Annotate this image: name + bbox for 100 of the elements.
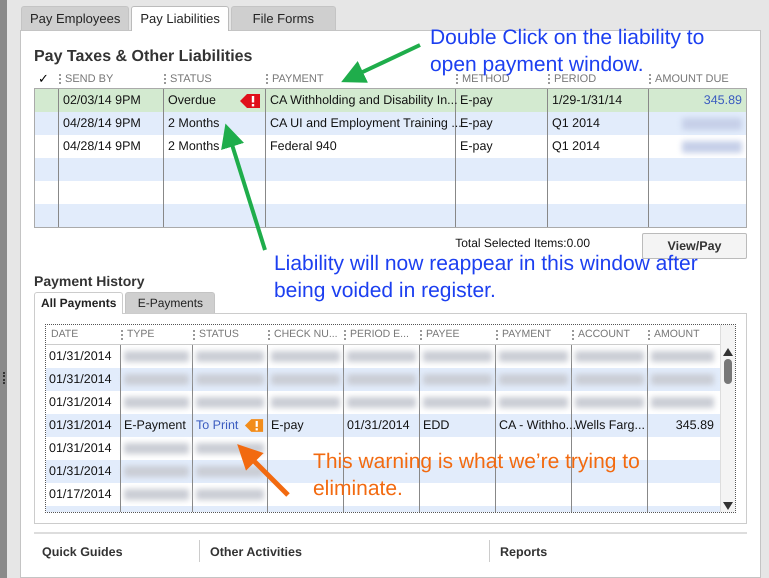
column-divider-icon[interactable]: [548, 74, 550, 84]
tab[interactable]: E-Payments: [125, 292, 216, 314]
blurred-cell: [271, 374, 340, 385]
column-header[interactable]: STATUS: [170, 70, 212, 88]
table-cell-text: 345.89: [676, 417, 714, 434]
total-label: Total Selected Items:0.00: [455, 235, 590, 252]
blurred-cell: [575, 351, 644, 362]
column-header[interactable]: STATUS: [199, 326, 239, 342]
blurred-cell: [196, 374, 264, 385]
column-divider-icon[interactable]: [649, 74, 651, 84]
blurred-cell: [124, 443, 189, 454]
blurred-cell: [423, 351, 492, 362]
table-cell-text: 2 Months: [168, 115, 220, 132]
table-cell-text: 01/31/2014: [49, 371, 112, 388]
blurred-cell: [575, 397, 644, 408]
tab[interactable]: Pay Employees: [21, 6, 130, 31]
blurred-cell: [124, 397, 189, 408]
table-cell-text: 01/31/2014: [347, 417, 410, 434]
column-header[interactable]: PAYEE: [426, 326, 460, 342]
footer-heading[interactable]: Reports: [500, 545, 548, 559]
table-cell-text: 04/28/14 9PM: [63, 138, 141, 156]
column-header[interactable]: TYPE: [127, 326, 154, 342]
blurred-cell: [499, 351, 568, 362]
blurred-cell: [499, 374, 568, 385]
table-cell-text: E-pay: [460, 92, 493, 110]
column-divider-icon[interactable]: [266, 74, 268, 84]
blurred-cell: [271, 351, 340, 362]
blurred-cell: [347, 374, 416, 385]
table-cell-text: Overdue: [168, 92, 216, 110]
column-divider-icon[interactable]: [496, 330, 498, 340]
column-header[interactable]: DATE: [51, 326, 78, 342]
table-cell-text: 02/03/14 9PM: [63, 92, 141, 110]
blurred-cell: [347, 397, 416, 408]
table-cell-text: 1/29-1/31/14: [552, 92, 622, 110]
column-divider-icon[interactable]: [572, 330, 574, 340]
blurred-cell: [196, 351, 264, 362]
status-link[interactable]: To Print: [196, 416, 238, 435]
column-header[interactable]: PAYMENT: [502, 326, 552, 342]
table-cell-text: 01/31/2014: [49, 394, 112, 412]
table-cell-text: E-pay: [460, 138, 493, 156]
footer-heading[interactable]: Quick Guides: [42, 545, 123, 559]
blurred-cell: [575, 374, 644, 385]
table-cell-text: CA - Withho...: [499, 417, 576, 434]
table-cell-text: Q1 2014: [552, 138, 600, 156]
column-divider-icon[interactable]: [164, 74, 166, 84]
table-cell-text: 345.89: [704, 92, 742, 110]
column-divider-icon[interactable]: [193, 330, 195, 340]
section-title: Pay Taxes & Other Liabilities: [34, 47, 252, 67]
tab[interactable]: File Forms: [230, 6, 336, 31]
blurred-cell: [196, 397, 264, 408]
blurred-cell: [271, 397, 340, 408]
column-header[interactable]: ✓: [34, 69, 49, 89]
table-row[interactable]: 02/03/14 9PM Overdue CA Withholding and Disability In... E-pay 1/29-1/31/14 345.89: [35, 89, 746, 112]
scroll-down-icon[interactable]: [723, 502, 733, 510]
column-divider-icon[interactable]: [268, 330, 270, 340]
blurred-cell: [423, 397, 492, 408]
table-cell-text: E-pay: [460, 115, 493, 132]
table-cell-text: 01/31/2014: [49, 417, 112, 434]
table-cell-text: Wells Farg...: [575, 417, 645, 434]
blurred-cell: [347, 351, 416, 362]
table-row[interactable]: 04/28/14 9PM 2 Months CA UI and Employment Training ...E-pay Q1 2014: [35, 112, 746, 135]
table-cell-text: 01/31/2014: [49, 440, 112, 458]
column-header[interactable]: SEND BY: [65, 70, 114, 88]
blurred-cell: [124, 466, 189, 477]
table-cell-text: 04/28/14 9PM: [63, 115, 141, 132]
table-cell-text: EDD: [423, 417, 450, 434]
column-divider-icon[interactable]: [456, 74, 458, 84]
column-divider-icon[interactable]: [344, 330, 346, 340]
table-cell-text: E-pay: [271, 417, 304, 434]
scroll-thumb[interactable]: [724, 359, 732, 384]
column-header[interactable]: AMOUNT: [654, 326, 700, 342]
footer-heading[interactable]: Other Activities: [210, 545, 302, 559]
blurred-cell: [423, 374, 492, 385]
column-divider-icon[interactable]: [420, 330, 422, 340]
blurred-cell: [651, 351, 714, 362]
scrollbar[interactable]: [720, 325, 735, 512]
column-divider-icon[interactable]: [59, 74, 61, 84]
arrow: [237, 444, 290, 497]
column-header[interactable]: PERIOD E...: [350, 326, 409, 342]
table-cell-text: 2 Months: [168, 138, 220, 156]
column-header[interactable]: CHECK NU...: [274, 326, 338, 342]
column-header[interactable]: PAYMENT: [272, 70, 324, 88]
blurred-cell: [124, 351, 189, 362]
blurred-cell: [124, 374, 189, 385]
table-cell-text: 01/31/2014: [49, 463, 112, 480]
tab[interactable]: Pay Liabilities: [131, 6, 229, 31]
blurred-cell: [651, 397, 714, 408]
section-title: Payment History: [34, 272, 144, 290]
table-cell-text: Federal 940: [270, 138, 337, 156]
tab[interactable]: All Payments: [34, 292, 124, 314]
column-divider-icon[interactable]: [648, 330, 650, 340]
table-cell-text: CA UI and Employment Training ...: [270, 115, 462, 132]
column-header[interactable]: ACCOUNT: [578, 326, 630, 342]
table-row[interactable]: 01/31/2014 E-Payment To Print E-pay 01/31/2014 EDD CA - Withho...Wells Farg... 345.89: [46, 414, 720, 437]
blurred-cell: [196, 466, 264, 477]
column-divider-icon[interactable]: [121, 330, 123, 340]
table-cell-text: CA Withholding and Disability In...: [270, 92, 458, 110]
blurred-amount: [682, 140, 742, 152]
table-cell-text: 01/31/2014: [49, 348, 112, 366]
blurred-amount: [682, 118, 742, 130]
